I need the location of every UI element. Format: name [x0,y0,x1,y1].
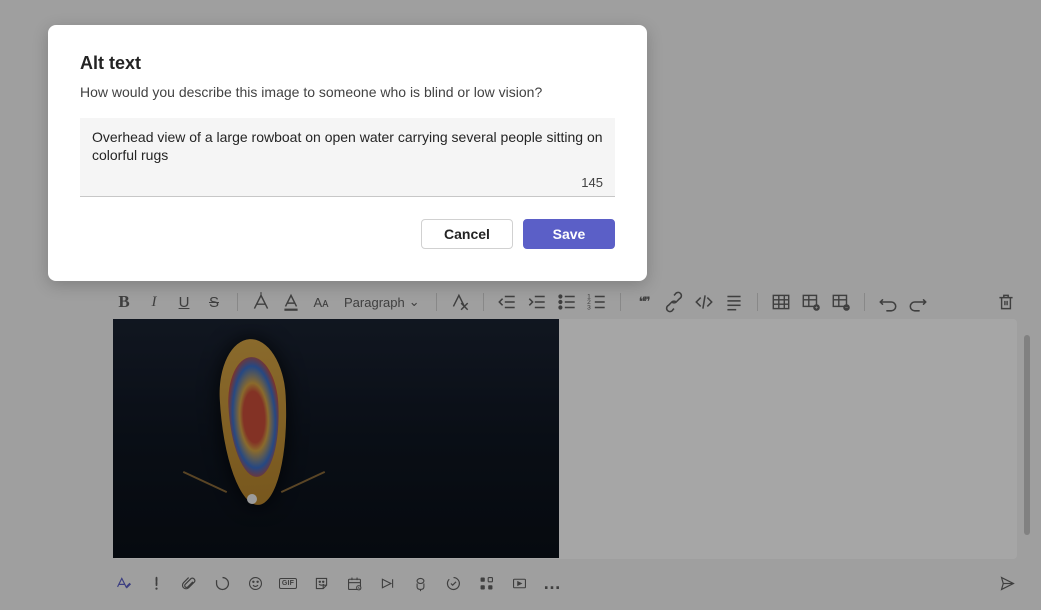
alt-text-modal: Alt text How would you describe this ima… [48,25,647,281]
modal-title: Alt text [80,53,615,74]
modal-description: How would you describe this image to som… [80,84,615,100]
character-count: 145 [92,175,603,190]
alt-text-input[interactable] [92,128,603,164]
alt-text-field-wrapper: 145 [80,118,615,197]
save-button[interactable]: Save [523,219,615,249]
cancel-button[interactable]: Cancel [421,219,513,249]
modal-button-row: Cancel Save [80,219,615,249]
